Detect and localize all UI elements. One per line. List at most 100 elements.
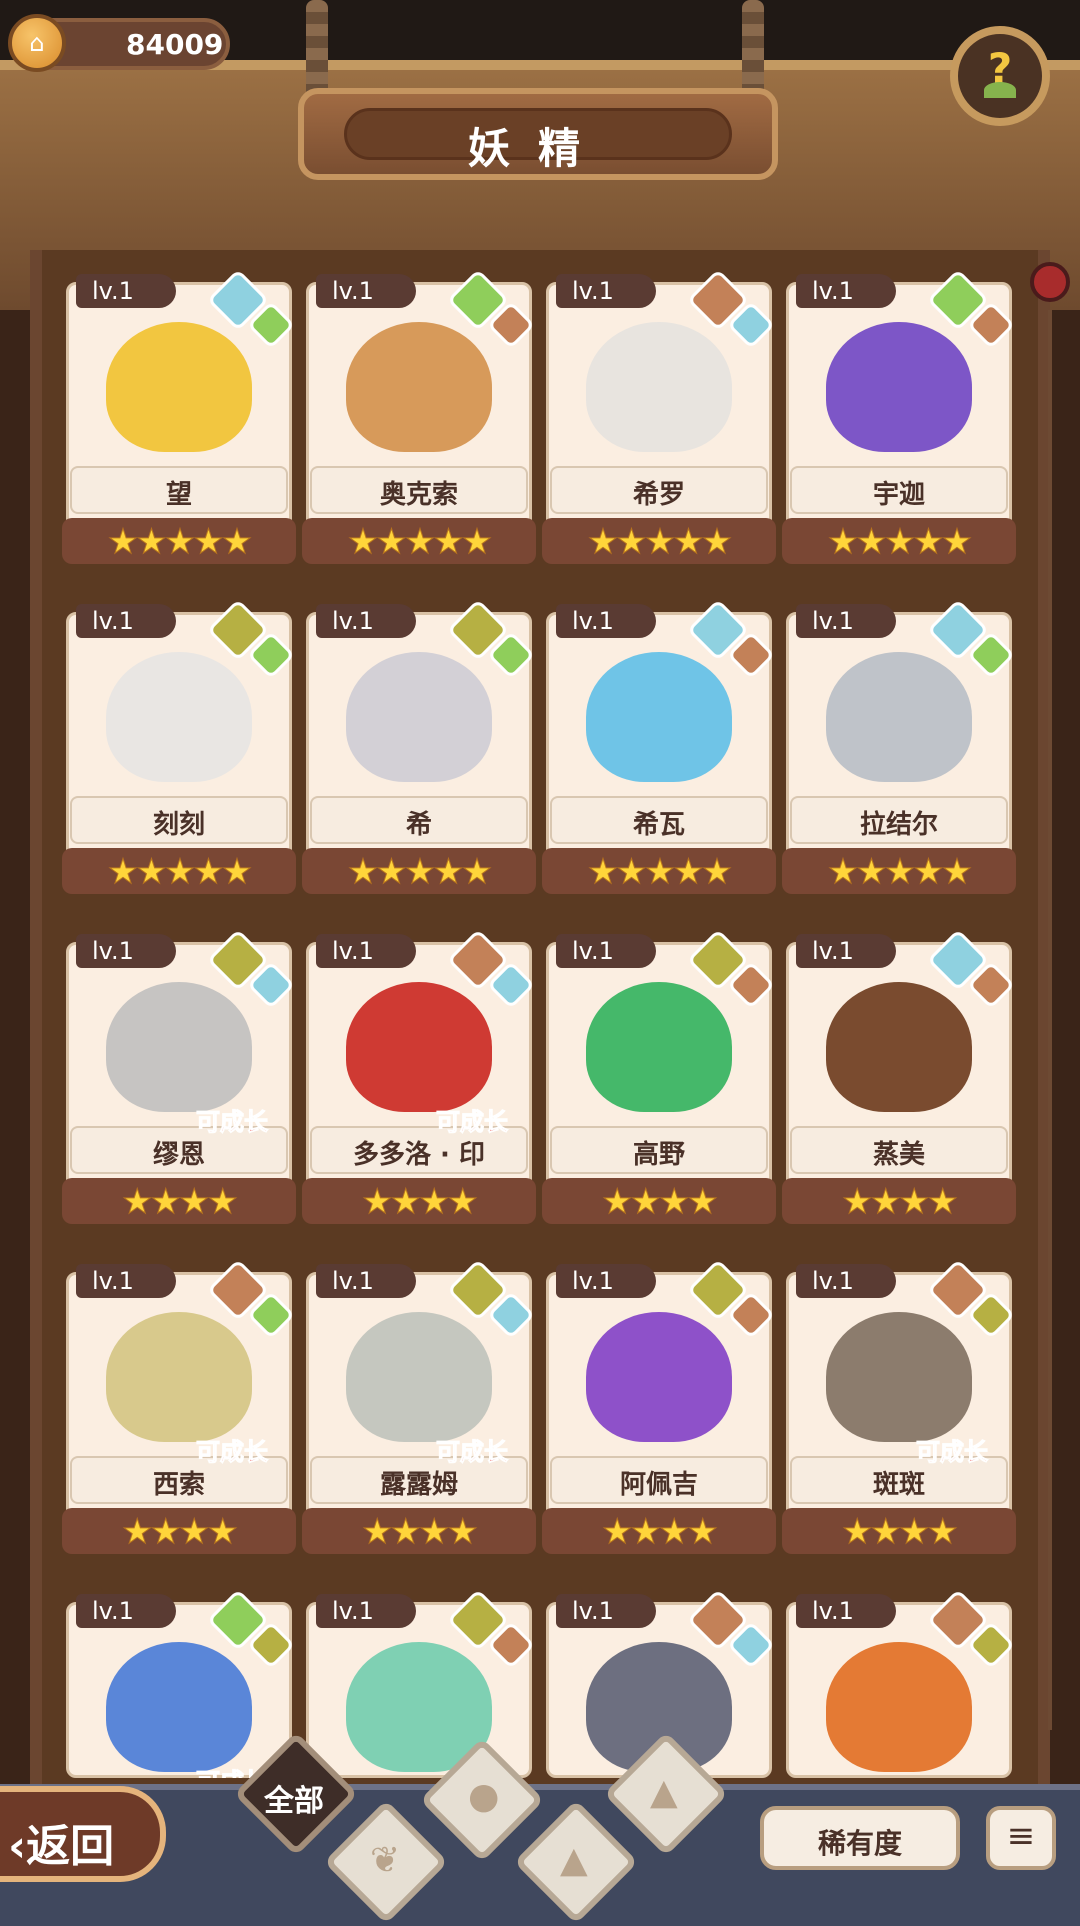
star-rating-base: ★★★★: [542, 1508, 776, 1554]
water-drop-icon: ●: [468, 1776, 500, 1817]
name-ribbon: 阿佩吉: [550, 1456, 768, 1504]
fairy-portrait: [346, 652, 492, 782]
star-rating-base: ★★★★★: [62, 848, 296, 894]
fairy-card[interactable]: lv.1 高野 ★★★★: [542, 928, 776, 1228]
fairy-portrait: [106, 1642, 252, 1772]
name-ribbon: 希: [310, 796, 528, 844]
level-badge: lv.1: [76, 1264, 176, 1298]
level-badge: lv.1: [796, 934, 896, 968]
fairy-portrait: [826, 1642, 972, 1772]
fairy-portrait: [586, 652, 732, 782]
level-badge: lv.1: [556, 1264, 656, 1298]
scroll-handle[interactable]: [1030, 262, 1070, 302]
fairy-card[interactable]: lv.1: [306, 1592, 532, 1778]
fairy-name: 希罗: [632, 480, 685, 510]
name-ribbon: 高野: [550, 1126, 768, 1174]
rock-icon: ▲: [560, 1840, 588, 1881]
fairy-name: 露露姆: [379, 1470, 458, 1500]
coin-icon: ⌂: [8, 14, 66, 72]
fairy-portrait: [586, 982, 732, 1112]
level-badge: lv.1: [316, 1594, 416, 1628]
fairy-name: 西索: [152, 1470, 205, 1500]
title-plate: 妖精: [344, 108, 732, 173]
fairy-card[interactable]: lv.1: [786, 1592, 1012, 1778]
star-rating-base: ★★★★★: [542, 518, 776, 564]
star-rating: ★★★★★: [347, 522, 492, 563]
fairy-portrait: [826, 982, 972, 1112]
mountain-icon: ▲: [650, 1772, 678, 1813]
name-ribbon: 望: [70, 466, 288, 514]
title-board: 妖精: [298, 88, 778, 180]
fairy-card[interactable]: lv.1 蒸美 ★★★★: [782, 928, 1016, 1228]
fairy-card[interactable]: lv.1 阿佩吉 ★★★★: [542, 1258, 776, 1558]
level-badge: lv.1: [556, 1594, 656, 1628]
fairy-portrait: [826, 322, 972, 452]
star-rating-base: ★★★★: [302, 1178, 536, 1224]
star-rating: ★★★★★: [827, 522, 972, 563]
star-rating-base: ★★★★: [782, 1178, 1016, 1224]
fairy-name: 奥克索: [379, 480, 458, 510]
page-title: 妖精: [467, 124, 608, 173]
fairy-card[interactable]: lv.1 露露姆 ★★★★ 可成长: [302, 1258, 536, 1558]
star-rating-base: ★★★★: [782, 1508, 1016, 1554]
level-badge: lv.1: [76, 274, 176, 308]
level-badge: lv.1: [316, 1264, 416, 1298]
level-badge: lv.1: [796, 274, 896, 308]
star-rating: ★★★★: [842, 1512, 959, 1553]
level-badge: lv.1: [796, 1594, 896, 1628]
help-button[interactable]: ?: [950, 26, 1050, 126]
level-badge: lv.1: [316, 604, 416, 638]
name-ribbon: 宇迦: [790, 466, 1008, 514]
star-rating: ★★★★: [602, 1182, 719, 1223]
star-rating: ★★★★: [842, 1182, 959, 1223]
star-rating: ★★★★: [362, 1512, 479, 1553]
fairy-portrait: [106, 982, 252, 1112]
fairy-portrait: [106, 322, 252, 452]
fairy-card[interactable]: lv.1 拉结尔 ★★★★★: [782, 598, 1016, 898]
rarity-sort-button[interactable]: 稀有度: [760, 1806, 960, 1870]
name-ribbon: 希罗: [550, 466, 768, 514]
sort-order-button[interactable]: ≡: [986, 1806, 1056, 1870]
sort-icon: ≡: [1006, 1816, 1036, 1856]
level-badge: lv.1: [556, 934, 656, 968]
fairy-portrait: [106, 652, 252, 782]
fairy-card[interactable]: lv.1 希 ★★★★★: [302, 598, 536, 898]
star-rating: ★★★★: [122, 1512, 239, 1553]
fairy-portrait: [346, 1312, 492, 1442]
fairy-card[interactable]: lv.1可成长: [66, 1592, 292, 1778]
fairy-name: 望: [165, 480, 192, 510]
fairy-card[interactable]: lv.1 希罗 ★★★★★: [542, 268, 776, 568]
star-rating: ★★★★★: [827, 852, 972, 893]
fairy-name: 刻刻: [152, 810, 205, 840]
fairy-portrait: [346, 982, 492, 1112]
star-rating: ★★★★★: [347, 852, 492, 893]
fairy-name: 希: [405, 810, 432, 840]
level-badge: lv.1: [796, 604, 896, 638]
coin-value: 84009: [126, 28, 224, 61]
star-rating: ★★★★★: [107, 852, 252, 893]
fairy-card[interactable]: lv.1 宇迦 ★★★★★: [782, 268, 1016, 568]
fairy-card[interactable]: lv.1 多多洛 · 印 ★★★★ 可成长: [302, 928, 536, 1228]
star-rating-base: ★★★★★: [542, 848, 776, 894]
level-badge: lv.1: [76, 604, 176, 638]
level-badge: lv.1: [76, 934, 176, 968]
fairy-card[interactable]: lv.1 奥克索 ★★★★★: [302, 268, 536, 568]
back-button[interactable]: ‹返回: [0, 1786, 166, 1882]
fairy-card[interactable]: lv.1 西索 ★★★★ 可成长: [62, 1258, 296, 1558]
star-rating-base: ★★★★★: [302, 518, 536, 564]
fairy-portrait: [826, 652, 972, 782]
fairy-card[interactable]: lv.1 刻刻 ★★★★★: [62, 598, 296, 898]
star-rating-base: ★★★★★: [302, 848, 536, 894]
level-badge: lv.1: [76, 1594, 176, 1628]
scroll-track[interactable]: [1048, 310, 1052, 1730]
star-rating: ★★★★: [362, 1182, 479, 1223]
fairy-name: 斑斑: [872, 1470, 925, 1500]
fairy-card[interactable]: lv.1 望 ★★★★★: [62, 268, 296, 568]
fairy-name: 高野: [632, 1140, 685, 1170]
fairy-card[interactable]: lv.1 缪恩 ★★★★ 可成长: [62, 928, 296, 1228]
fairy-card[interactable]: lv.1 斑斑 ★★★★ 可成长: [782, 1258, 1016, 1558]
fairy-card[interactable]: lv.1 希瓦 ★★★★★: [542, 598, 776, 898]
fairy-portrait: [106, 1312, 252, 1442]
sprout-icon: ❦: [370, 1840, 401, 1881]
fairy-name: 阿佩吉: [619, 1470, 698, 1500]
